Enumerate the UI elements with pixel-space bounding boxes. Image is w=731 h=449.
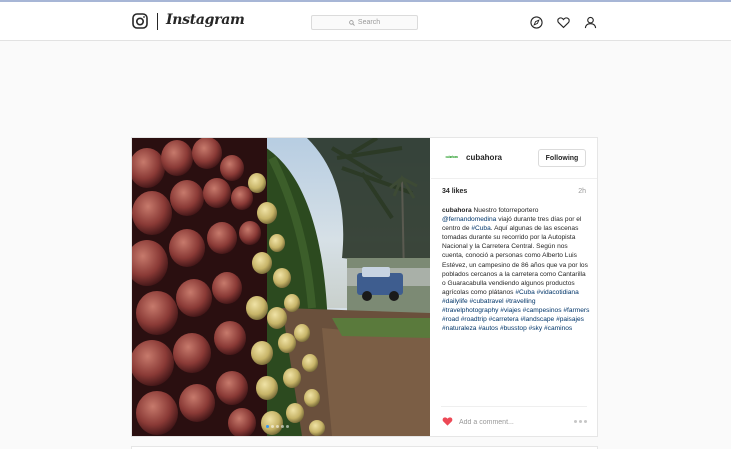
instagram-wordmark[interactable]: Instagram: [166, 12, 245, 28]
logo-divider: [157, 13, 158, 30]
camera-logo-icon[interactable]: [132, 13, 148, 29]
search-placeholder: Search: [357, 19, 381, 26]
likes-count[interactable]: 34 likes: [442, 188, 467, 195]
hashtag-link[interactable]: #sky: [529, 325, 543, 332]
post-caption: cubahora Nuestro fotorreportero @fernand…: [442, 206, 590, 333]
carousel-dot[interactable]: [266, 425, 269, 428]
hashtag-link[interactable]: #naturaleza: [442, 325, 476, 332]
following-button[interactable]: Following: [538, 149, 586, 167]
hashtag-link[interactable]: #Cuba: [471, 225, 490, 232]
hashtag-link[interactable]: #viajes: [500, 307, 521, 314]
post-header: cubahora cubahora Following: [431, 138, 597, 179]
hashtag-link[interactable]: #road: [442, 316, 459, 323]
search-icon: [349, 19, 355, 26]
post-photo[interactable]: [132, 138, 430, 436]
more-options-icon[interactable]: [574, 420, 587, 423]
hashtag-link[interactable]: #campesinos: [523, 307, 562, 314]
top-nav: Instagram Search: [0, 2, 731, 41]
heart-icon[interactable]: [557, 16, 570, 29]
caption-text: Nuestro fotorreportero: [471, 207, 539, 214]
hashtag-link[interactable]: #cubatravel: [470, 298, 504, 305]
post-sidebar: cubahora cubahora Following 34 likes 2h …: [431, 138, 597, 436]
like-heart-icon[interactable]: [442, 416, 453, 426]
hashtag-link[interactable]: #busstop: [500, 325, 527, 332]
comment-input[interactable]: [459, 417, 559, 427]
post-actions: [441, 406, 587, 435]
post-username[interactable]: cubahora: [466, 153, 502, 162]
caption-text: . Aquí algunas de las escenas tomadas du…: [442, 225, 588, 296]
post-card: cubahora cubahora Following 34 likes 2h …: [131, 137, 598, 437]
avatar[interactable]: cubahora: [441, 152, 462, 162]
carousel-dot[interactable]: [286, 425, 289, 428]
hashtag-link[interactable]: #Cuba: [515, 289, 534, 296]
user-icon[interactable]: [584, 16, 597, 29]
post-time[interactable]: 2h: [578, 188, 586, 195]
hashtag-link[interactable]: #travelling: [505, 298, 535, 305]
hashtag-link[interactable]: #travelphotography: [442, 307, 498, 314]
caption-author[interactable]: cubahora: [442, 207, 472, 214]
hashtag-link[interactable]: #carretera: [489, 316, 519, 323]
carousel-dot[interactable]: [281, 425, 284, 428]
compass-icon[interactable]: [530, 16, 543, 29]
hashtag-link[interactable]: #landscape: [521, 316, 555, 323]
carousel-indicator: [266, 425, 289, 428]
hashtag-link[interactable]: #vidacotidiana: [537, 289, 579, 296]
hashtag-link[interactable]: #roadtrip: [461, 316, 487, 323]
hashtag-link[interactable]: #dailylife: [442, 298, 468, 305]
hashtag-link[interactable]: #paisajes: [556, 316, 584, 323]
hashtag-link[interactable]: #autos: [478, 325, 498, 332]
hashtag-link[interactable]: #farmers: [563, 307, 589, 314]
carousel-dot[interactable]: [276, 425, 279, 428]
avatar-logo-text: cubahora: [445, 155, 458, 159]
search-box[interactable]: Search: [311, 15, 418, 30]
onion-roadside-photo: [132, 138, 430, 436]
carousel-dot[interactable]: [271, 425, 274, 428]
mention-link[interactable]: @fernandomedina: [442, 216, 496, 223]
hashtag-link[interactable]: #caminos: [544, 325, 572, 332]
